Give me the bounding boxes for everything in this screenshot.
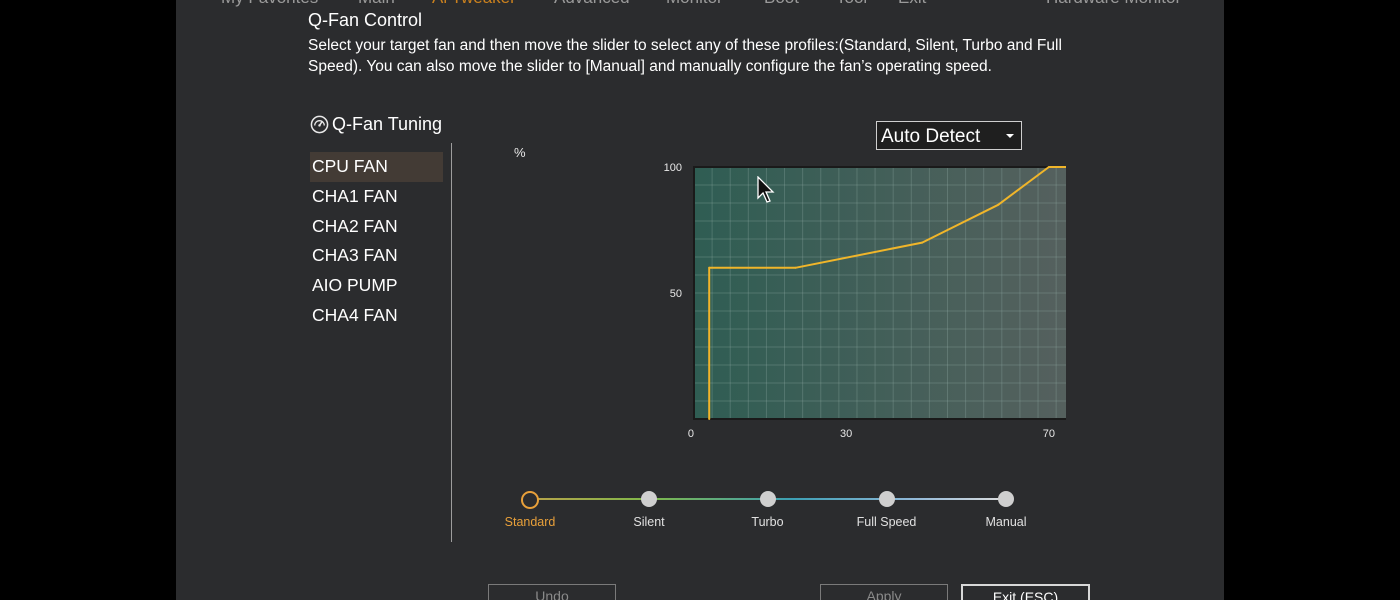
fan-curve-point xyxy=(921,241,924,244)
fan-item-cha4-fan[interactable]: CHA4 FAN xyxy=(310,301,443,331)
slider-label-standard: Standard xyxy=(504,515,556,529)
fan-item-cha3-fan[interactable]: CHA3 FAN xyxy=(310,241,443,271)
fan-item-cha2-fan[interactable]: CHA2 FAN xyxy=(310,212,443,242)
tab-my-favorites[interactable]: My Favorites xyxy=(221,0,318,8)
undo-button[interactable]: Undo xyxy=(488,584,616,600)
tab-tool[interactable]: Tool xyxy=(836,0,867,8)
slider-label-silent: Silent xyxy=(633,515,665,529)
qfan-tuning-label: Q-Fan Tuning xyxy=(332,114,443,134)
tab-ai-tweaker[interactable]: Ai Tweaker xyxy=(432,0,516,8)
fan-item-cha1-fan[interactable]: CHA1 FAN xyxy=(310,182,443,212)
qfan-dialog: My Favorites Main Ai Tweaker Advanced Mo… xyxy=(176,0,1224,600)
profile-slider[interactable]: Standard Silent Turbo Full Speed Manual xyxy=(496,484,1027,534)
fan-list: CPU FAN CHA1 FAN CHA2 FAN CHA3 FAN AIO P… xyxy=(310,152,443,331)
x-tick-label: 70 xyxy=(1043,428,1055,440)
qfan-tuning-header[interactable]: Q-Fan Tuning xyxy=(310,114,442,135)
slider-stop-manual[interactable] xyxy=(998,491,1014,507)
slider-stop-turbo[interactable] xyxy=(759,491,776,507)
slider-label-full-speed: Full Speed xyxy=(856,515,917,529)
tab-exit[interactable]: Exit xyxy=(898,0,926,8)
gauge-icon xyxy=(310,115,329,134)
top-nav: My Favorites Main Ai Tweaker Advanced Mo… xyxy=(176,0,1224,8)
slider-stop-full-speed[interactable] xyxy=(878,491,895,507)
fan-item-cpu-fan[interactable]: CPU FAN xyxy=(310,152,443,182)
apply-button[interactable]: Apply xyxy=(820,584,948,600)
mouse-cursor-icon xyxy=(757,176,775,203)
slider-label-turbo: Turbo xyxy=(751,515,784,529)
fan-curve-point xyxy=(708,266,711,269)
tab-main[interactable]: Main xyxy=(358,0,395,8)
slider-stop-standard[interactable] xyxy=(521,491,539,509)
y-tick-label: 100 xyxy=(664,162,682,174)
fan-curve-point xyxy=(997,203,1000,206)
slider-label-manual: Manual xyxy=(985,515,1027,529)
fan-curve-point xyxy=(708,418,711,420)
exit-button[interactable]: Exit (ESC) xyxy=(961,584,1090,600)
fan-curve-point xyxy=(1047,166,1050,168)
tab-boot[interactable]: Boot xyxy=(764,0,799,8)
vertical-divider xyxy=(451,143,452,542)
tab-hardware-monitor[interactable]: Hardware Monitor xyxy=(1046,0,1181,8)
x-tick-label: 30 xyxy=(840,428,852,440)
dialog-title: Q-Fan Control xyxy=(308,10,423,30)
chevron-down-icon xyxy=(1006,134,1014,138)
tab-advanced[interactable]: Advanced xyxy=(554,0,630,8)
dialog-description: Select your target fan and then move the… xyxy=(308,37,1062,75)
y-tick-label: 50 xyxy=(670,288,682,300)
fan-curve-point xyxy=(794,266,797,269)
fan-item-aio-pump[interactable]: AIO PUMP xyxy=(310,271,443,301)
slider-stop-silent[interactable] xyxy=(641,491,657,507)
tab-monitor[interactable]: Monitor xyxy=(666,0,723,8)
x-tick-label: 0 xyxy=(688,428,694,440)
y-axis-label: % xyxy=(514,145,526,160)
